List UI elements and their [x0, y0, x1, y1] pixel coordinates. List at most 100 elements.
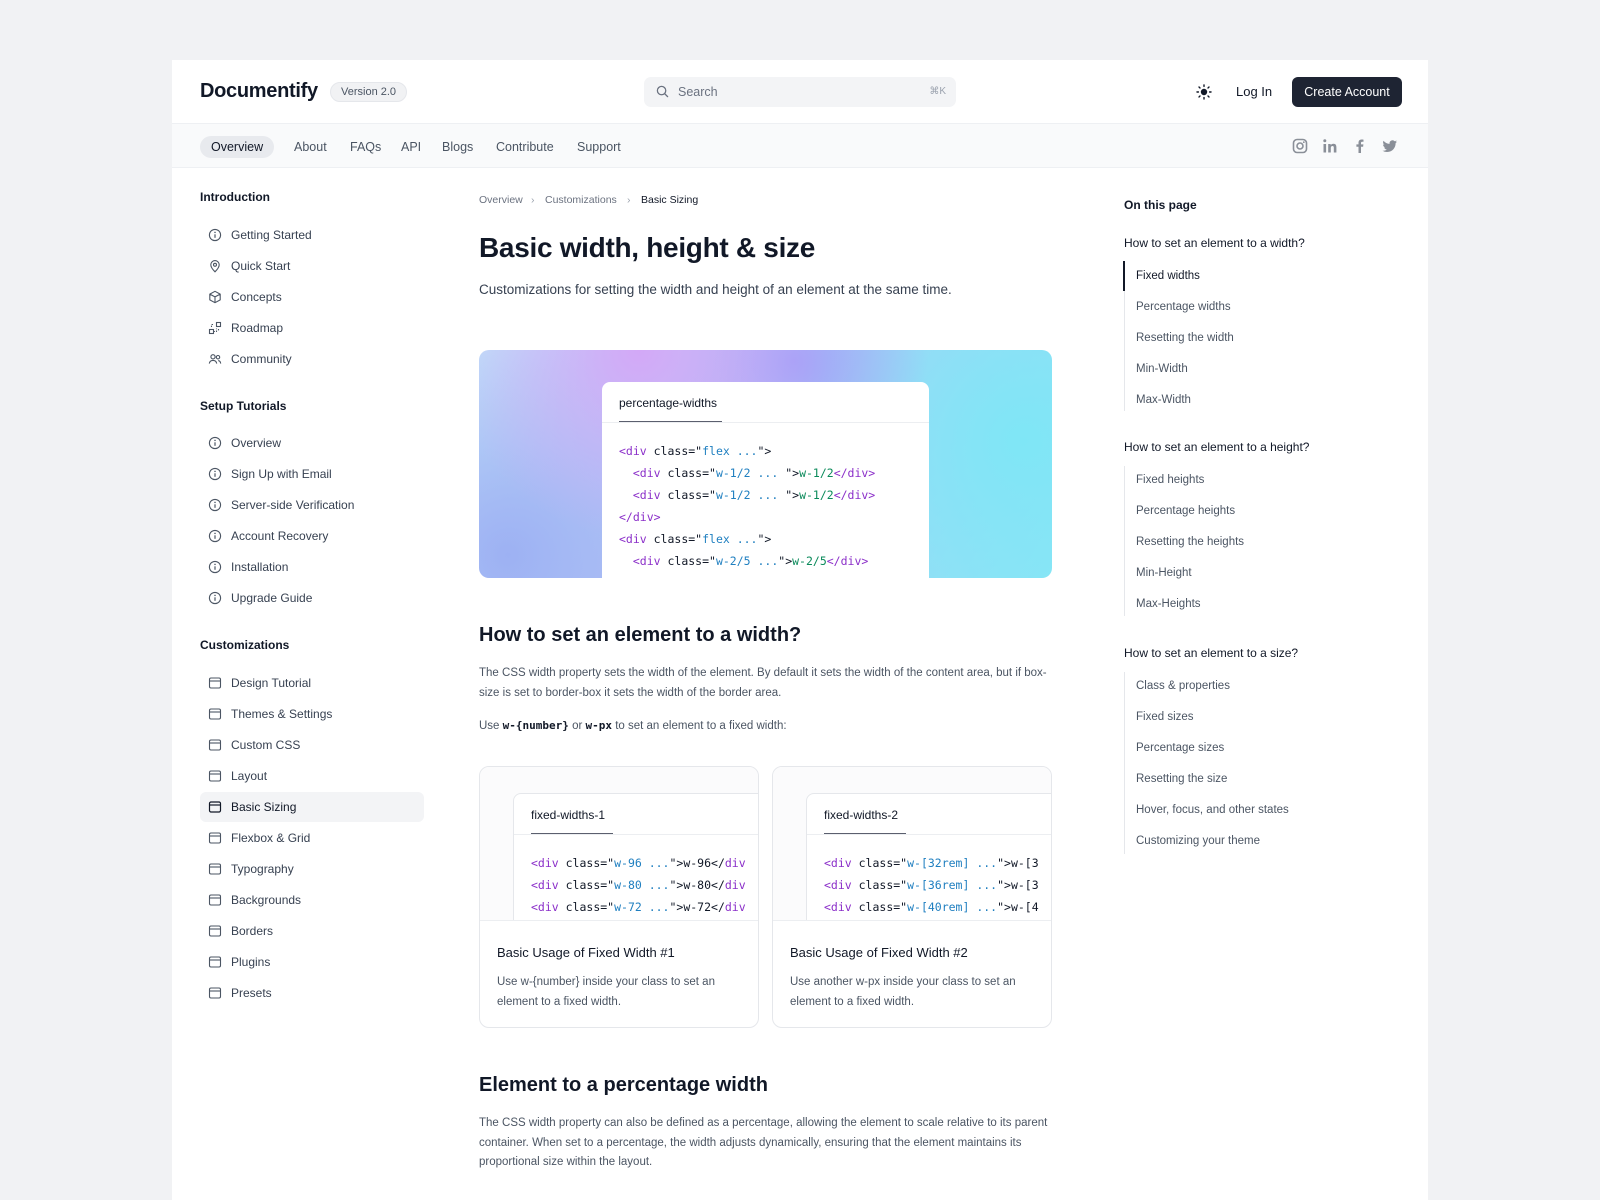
toc-item[interactable]: Hover, focus, and other states: [1136, 804, 1289, 816]
sidebar-item-roadmap[interactable]: Roadmap: [200, 313, 424, 343]
tab-api[interactable]: API: [401, 136, 421, 158]
sidebar-item-label: Backgrounds: [231, 893, 302, 907]
create-account-button[interactable]: Create Account: [1292, 77, 1402, 107]
breadcrumb-overview[interactable]: Overview: [479, 194, 523, 206]
toc-item[interactable]: Percentage widths: [1136, 301, 1231, 313]
tab-blogs[interactable]: Blogs: [442, 136, 473, 158]
instagram-icon[interactable]: [1292, 138, 1308, 154]
toc-item[interactable]: Fixed widths: [1136, 270, 1200, 282]
toc-item[interactable]: Resetting the width: [1136, 332, 1234, 344]
sidebar-item-borders[interactable]: Borders: [200, 916, 424, 946]
tab-overview[interactable]: Overview: [200, 136, 275, 158]
sidebar-item-design-tutorial[interactable]: Design Tutorial: [200, 668, 424, 698]
tab-faqs[interactable]: FAQs: [350, 136, 381, 158]
login-button[interactable]: Log In: [1236, 84, 1272, 99]
sidebar-item-getting-started[interactable]: Getting Started: [200, 220, 424, 250]
twitter-icon[interactable]: [1382, 138, 1398, 154]
code-line: <div class="w-1/2 ... ">w-1/2</div>: [619, 488, 875, 502]
toc-item[interactable]: Max-Heights: [1136, 598, 1201, 610]
toc-item[interactable]: Min-Height: [1136, 567, 1192, 579]
sidebar-item-themes-settings[interactable]: Themes & Settings: [200, 699, 424, 729]
toc-item[interactable]: Customizing your theme: [1136, 835, 1260, 847]
sidebar-item-layout[interactable]: Layout: [200, 761, 424, 791]
sidebar-item-label: Sign Up with Email: [231, 467, 332, 481]
toc-item[interactable]: Fixed sizes: [1136, 711, 1194, 723]
toc-item[interactable]: Resetting the size: [1136, 773, 1227, 785]
toc-rail: [1124, 466, 1125, 616]
sidebar-item-community[interactable]: Community: [200, 344, 424, 374]
usage-suffix: to set an element to a fixed width:: [612, 720, 787, 732]
toc-item[interactable]: Percentage sizes: [1136, 742, 1224, 754]
sidebar-item-label: Plugins: [231, 955, 271, 969]
toc-section-heading[interactable]: How to set an element to a size?: [1124, 646, 1298, 660]
linkedin-icon[interactable]: [1322, 138, 1338, 154]
code-token: <div: [632, 554, 668, 568]
toc-item[interactable]: Resetting the heights: [1136, 536, 1244, 548]
sidebar-item-basic-sizing[interactable]: Basic Sizing: [200, 792, 424, 822]
sidebar-item-upgrade-guide[interactable]: Upgrade Guide: [200, 583, 424, 613]
sidebar-item-label: Borders: [231, 924, 274, 938]
sidebar-item-overview[interactable]: Overview: [200, 428, 424, 458]
sidebar-item-server-side-verification[interactable]: Server-side Verification: [200, 490, 424, 520]
tab-support[interactable]: Support: [577, 136, 621, 158]
sidebar-item-concepts[interactable]: Concepts: [200, 282, 424, 312]
code-token: <div: [531, 900, 566, 914]
toc-section-heading[interactable]: How to set an element to a width?: [1124, 236, 1305, 250]
sidebar-item-flexbox-grid[interactable]: Flexbox & Grid: [200, 823, 424, 853]
sidebar-item-label: Upgrade Guide: [231, 591, 313, 605]
sidebar-item-presets[interactable]: Presets: [200, 978, 424, 1008]
code-token: </div>: [619, 510, 661, 524]
toc-rail: [1124, 672, 1125, 854]
sidebar-item-typography[interactable]: Typography: [200, 854, 424, 884]
code-token: w-[40rem] ...: [907, 900, 998, 914]
usage-mid: or: [568, 720, 586, 732]
version-badge[interactable]: Version 2.0: [330, 82, 408, 102]
logo[interactable]: Documentify: [200, 80, 318, 103]
search-input[interactable]: Search ⌘K: [644, 77, 956, 107]
sidebar-item-label: Themes & Settings: [231, 707, 333, 721]
sidebar-item-quick-start[interactable]: Quick Start: [200, 251, 424, 281]
code-window: percentage-widths <div class="flex ...">…: [602, 382, 929, 578]
section-paragraph: The CSS width property sets the width of…: [479, 667, 1047, 699]
sidebar-item-plugins[interactable]: Plugins: [200, 947, 424, 977]
breadcrumb-customizations[interactable]: Customizations: [545, 194, 617, 206]
toc-section-heading[interactable]: How to set an element to a height?: [1124, 440, 1309, 454]
toc-item[interactable]: Min-Width: [1136, 363, 1188, 375]
code-token: class=": [858, 900, 908, 914]
example-card-1[interactable]: fixed-widths-1 <div class="w-96 ...">w-9…: [479, 766, 759, 1028]
code-tab[interactable]: fixed-widths-2: [824, 808, 898, 822]
code-token: <div: [531, 856, 566, 870]
example-card-2[interactable]: fixed-widths-2 <div class="w-[32rem] ...…: [772, 766, 1052, 1028]
code-token: flex ...: [702, 444, 758, 458]
info-icon: [208, 498, 222, 512]
usage-line: Use w-{number} or w-px to set an element…: [479, 716, 1051, 737]
toc-item[interactable]: Max-Width: [1136, 394, 1191, 406]
code-line: <div class="flex ...">: [619, 532, 771, 546]
sun-icon[interactable]: [1196, 84, 1212, 100]
sidebar-item-custom-css[interactable]: Custom CSS: [200, 730, 424, 760]
sidebar-item-label: Overview: [231, 436, 282, 450]
code-tab[interactable]: percentage-widths: [619, 396, 717, 410]
sidebar-item-installation[interactable]: Installation: [200, 552, 424, 582]
tab-contribute[interactable]: Contribute: [496, 136, 554, 158]
sidebar-item-account-recovery[interactable]: Account Recovery: [200, 521, 424, 551]
toc-item[interactable]: Fixed heights: [1136, 474, 1204, 486]
info-icon: [208, 228, 222, 242]
sidebar-item-backgrounds[interactable]: Backgrounds: [200, 885, 424, 915]
code-token: class=": [653, 444, 703, 458]
toc-item[interactable]: Class & properties: [1136, 680, 1230, 692]
code-token: ">w-[3: [997, 856, 1039, 870]
sidebar-item-sign-up-email[interactable]: Sign Up with Email: [200, 459, 424, 489]
info-icon: [208, 560, 222, 574]
code-line: <div class="w-1/2 ... ">w-1/2</div>: [619, 466, 875, 480]
code-tab[interactable]: fixed-widths-1: [531, 808, 605, 822]
code-token: w-96 ...: [614, 856, 670, 870]
hero-code-preview: percentage-widths <div class="flex ...">…: [479, 350, 1052, 578]
toc-item[interactable]: Percentage heights: [1136, 505, 1235, 517]
tab-about[interactable]: About: [294, 136, 327, 158]
code-token: div: [724, 856, 746, 870]
card-description: Use another w-px inside your class to se…: [790, 976, 1016, 1008]
facebook-icon[interactable]: [1352, 138, 1368, 154]
code-line: <div class="w-[36rem] ...">w-[3: [824, 878, 1039, 892]
